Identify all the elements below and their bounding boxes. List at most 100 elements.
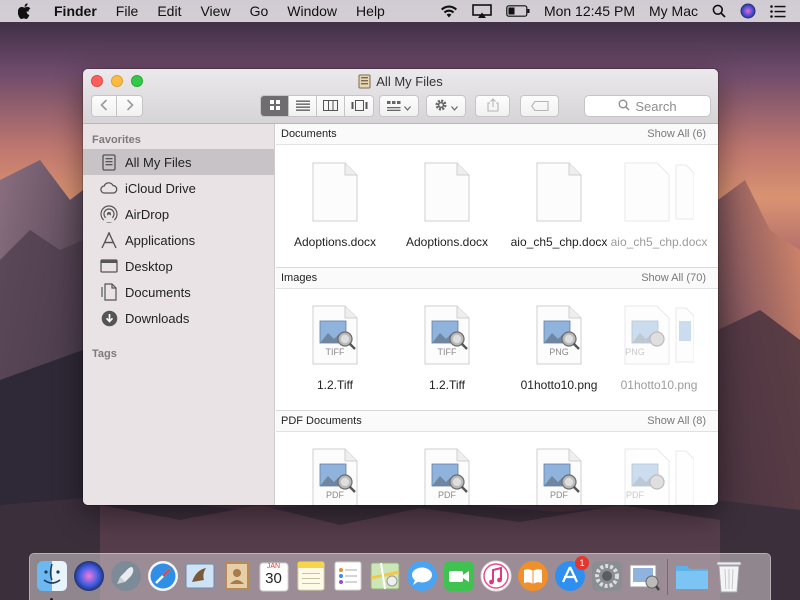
dock-safari[interactable] (146, 558, 179, 596)
dock-reminders[interactable] (331, 558, 364, 596)
file-name: aio_ch5_chp.docx (610, 235, 708, 249)
window-titlebar[interactable]: All My Files Search (83, 69, 718, 124)
spotlight-icon[interactable] (712, 4, 726, 18)
file-item[interactable]: TIFF 1.2.Tiff (391, 298, 503, 392)
group-by-button[interactable] (379, 95, 419, 117)
clock[interactable]: Mon 12:45 PM (544, 3, 635, 19)
sidebar-item-applications[interactable]: Applications (83, 227, 274, 253)
notification-center-icon[interactable] (770, 4, 786, 18)
show-all-pdf-button[interactable]: Show All (8) (647, 415, 706, 427)
dock-notes[interactable] (294, 558, 327, 596)
search-field[interactable]: Search (584, 95, 711, 117)
menu-file[interactable]: File (116, 3, 139, 19)
dock-calendar[interactable]: JAN 30 (257, 558, 290, 596)
user-name[interactable]: My Mac (649, 3, 698, 19)
file-type-badge: PNG (625, 347, 645, 357)
menu-help[interactable]: Help (356, 3, 385, 19)
file-type-badge: PDF (550, 490, 568, 500)
section-title: Documents (281, 128, 337, 140)
file-item[interactable]: TIFF 1.2.Tiff (279, 298, 391, 392)
battery-icon[interactable] (506, 5, 530, 17)
action-button[interactable] (426, 95, 466, 117)
sidebar-item-icloud-drive[interactable]: iCloud Drive (83, 175, 274, 201)
back-button[interactable] (92, 96, 117, 116)
file-item[interactable]: PDF (391, 441, 503, 505)
sidebar-item-label: Applications (125, 232, 196, 248)
menu-edit[interactable]: Edit (157, 3, 181, 19)
dock: JAN 30 1 (29, 553, 771, 600)
list-view-button[interactable] (289, 96, 317, 116)
file-item[interactable]: PDF (603, 441, 715, 505)
file-type-badge: PNG (549, 347, 569, 357)
section-title: Images (281, 272, 318, 284)
dock-contacts[interactable] (220, 558, 253, 596)
applications-icon (100, 231, 118, 249)
wifi-icon[interactable] (440, 4, 458, 18)
apple-menu-icon[interactable] (18, 3, 36, 19)
document-file-icon (424, 162, 470, 225)
contacts-icon (221, 560, 253, 595)
dock-launchpad[interactable] (109, 558, 142, 596)
show-all-images-button[interactable]: Show All (70) (641, 272, 706, 284)
dock-documents-folder[interactable] (675, 558, 708, 596)
icon-view-button[interactable] (261, 96, 289, 116)
preview-icon (628, 560, 660, 595)
dock-preview[interactable] (627, 558, 660, 596)
folder-icon (675, 561, 709, 594)
sidebar-item-label: iCloud Drive (125, 180, 196, 196)
dock-messages[interactable] (405, 558, 438, 596)
show-all-documents-button[interactable]: Show All (6) (647, 128, 706, 140)
dock-mail[interactable] (183, 558, 216, 596)
calendar-month: JAN (266, 563, 281, 570)
dock-app-store[interactable]: 1 (553, 556, 589, 596)
all-files-title-icon (358, 74, 371, 89)
book-icon (517, 560, 549, 595)
edit-tags-button[interactable] (520, 95, 559, 117)
coverflow-view-button[interactable] (345, 96, 373, 116)
dock-finder[interactable] (35, 558, 68, 600)
menu-window[interactable]: Window (287, 3, 337, 19)
sidebar-item-label: All My Files (125, 154, 192, 170)
dock-ibooks[interactable] (516, 558, 549, 596)
all-files-icon (100, 153, 118, 171)
compass-icon (147, 560, 179, 595)
sidebar-item-all-my-files[interactable]: All My Files (83, 149, 274, 175)
file-item[interactable]: Adoptions.docx (391, 155, 503, 249)
trash-icon (715, 559, 743, 596)
dock-trash[interactable] (712, 558, 745, 596)
coverflow-icon (351, 99, 368, 114)
share-icon (486, 97, 499, 115)
music-icon (480, 560, 512, 595)
app-menu-finder[interactable]: Finder (54, 3, 97, 19)
dock-facetime[interactable] (442, 558, 475, 596)
share-button[interactable] (475, 95, 510, 117)
siri-icon (73, 560, 105, 595)
column-view-button[interactable] (317, 96, 345, 116)
documents-icon (100, 283, 118, 301)
document-file-icon (624, 162, 695, 225)
dock-preview-maps[interactable] (368, 558, 401, 596)
forward-button[interactable] (117, 96, 142, 116)
file-item[interactable]: PDF (503, 441, 615, 505)
sidebar-item-downloads[interactable]: Downloads (83, 305, 274, 331)
dock-siri[interactable] (72, 558, 105, 596)
sidebar-item-airdrop[interactable]: AirDrop (83, 201, 274, 227)
sidebar-item-label: AirDrop (125, 206, 170, 222)
dock-system-preferences[interactable] (590, 558, 623, 596)
image-file-icon (624, 305, 695, 368)
menu-view[interactable]: View (200, 3, 230, 19)
menu-go[interactable]: Go (250, 3, 269, 19)
dock-itunes[interactable] (479, 558, 512, 596)
sidebar-item-documents[interactable]: Documents (83, 279, 274, 305)
section-header-pdf-documents: PDF Documents Show All (8) (276, 411, 718, 432)
file-item[interactable]: aio_ch5_chp.docx (603, 155, 715, 249)
tags-header: Tags (92, 348, 117, 360)
file-item[interactable]: aio_ch5_chp.docx (503, 155, 615, 249)
file-item[interactable]: PNG 01hotto10.png (503, 298, 615, 392)
sidebar-item-desktop[interactable]: Desktop (83, 253, 274, 279)
airplay-icon[interactable] (472, 4, 492, 18)
file-item[interactable]: PNG 01hotto10.png (603, 298, 715, 392)
file-item[interactable]: PDF (279, 441, 391, 505)
file-item[interactable]: Adoptions.docx (279, 155, 391, 249)
siri-icon[interactable] (740, 3, 756, 19)
